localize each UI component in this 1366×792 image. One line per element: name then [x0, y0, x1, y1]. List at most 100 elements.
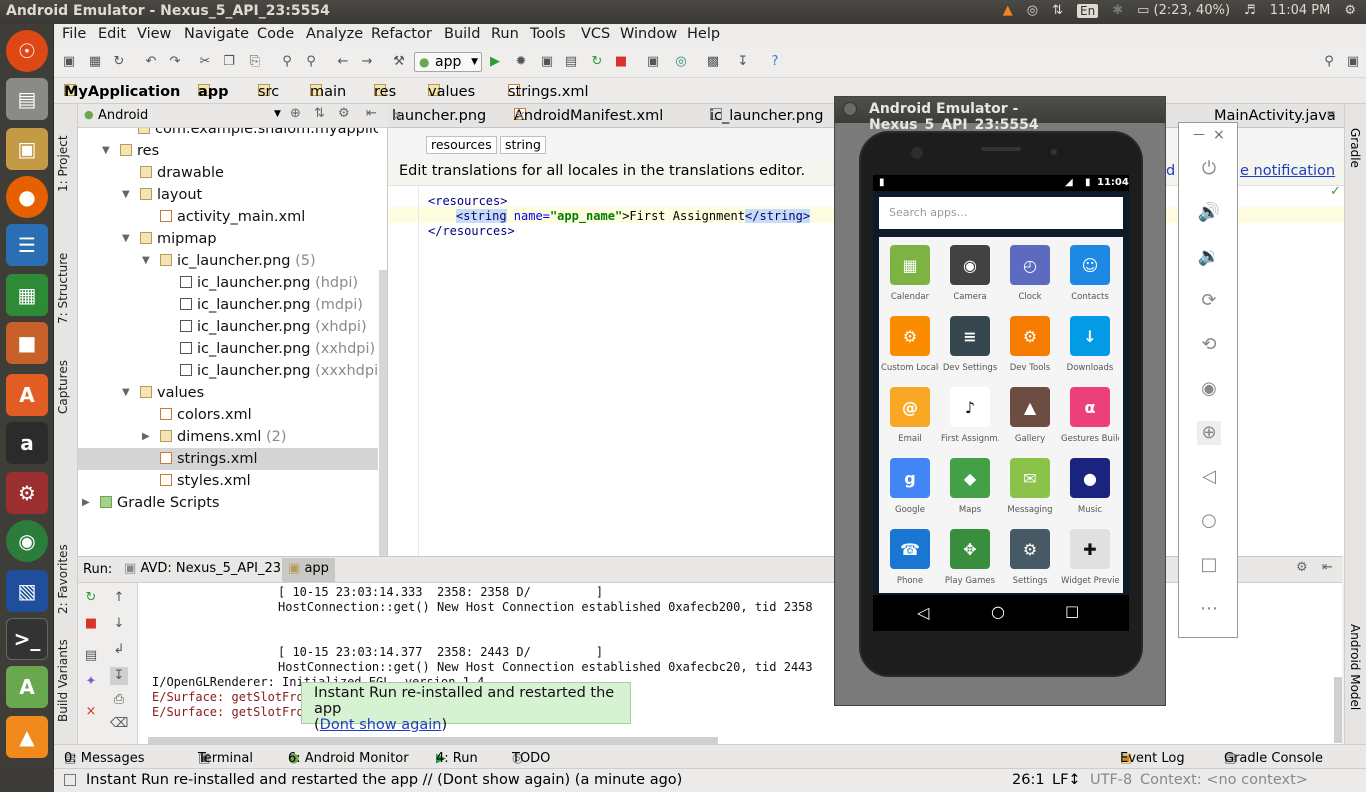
menu-code[interactable]: Code — [257, 26, 294, 42]
writer-icon[interactable]: ☰ — [6, 224, 48, 266]
undo-icon[interactable]: ↶ — [142, 53, 160, 71]
back-icon[interactable]: ◁ — [1197, 465, 1221, 489]
bluetooth-icon[interactable]: ✱ — [1112, 3, 1123, 18]
back-icon[interactable]: ← — [334, 53, 352, 71]
rotate-left-icon[interactable]: ⟳ — [1197, 289, 1221, 313]
tree-row[interactable]: ic_launcher.png (xxhdpi) — [78, 338, 378, 360]
app-icon-gallery[interactable]: ▲ Gallery — [1001, 381, 1059, 451]
line-separator[interactable]: LF↕ — [1052, 772, 1081, 788]
tree-row[interactable]: ic_launcher.png (hdpi) — [78, 272, 378, 294]
more-icon[interactable]: ⋯ — [1197, 597, 1221, 621]
firefox-icon[interactable]: ● — [6, 176, 48, 218]
tool-tab-favorites[interactable]: 2: Favorites — [56, 534, 76, 614]
make-project-icon[interactable]: ⚒ — [390, 53, 408, 71]
apply-changes-icon[interactable]: ↻ — [588, 53, 606, 71]
menu-build[interactable]: Build — [444, 26, 480, 42]
tree-scrollbar[interactable] — [379, 270, 387, 556]
tree-row[interactable]: ic_launcher.png (xxxhdpi) — [78, 360, 378, 382]
stop-icon[interactable]: ■ — [612, 53, 630, 71]
calc-icon[interactable]: ▦ — [6, 274, 48, 316]
chevron-right-icon[interactable]: ▶ — [82, 492, 90, 514]
chevron-down-icon[interactable]: ▼ — [122, 228, 130, 250]
rotate-right-icon[interactable]: ⟲ — [1197, 333, 1221, 357]
run-config-select[interactable]: ● app ▼ — [414, 52, 482, 72]
avd-manager-icon[interactable]: ◎ — [672, 53, 690, 71]
tool-tab-project[interactable]: 1: Project — [56, 122, 76, 192]
menu-refactor[interactable]: Refactor — [371, 26, 432, 42]
app-icon-first-assignm[interactable]: ♪ First Assignm.. — [941, 381, 999, 451]
pin-icon[interactable]: ✦ — [82, 673, 100, 691]
tree-row[interactable]: activity_main.xml — [78, 206, 378, 228]
project-view-selector[interactable]: Android — [98, 108, 148, 123]
battery-status[interactable]: ▭ (2:23, 40%) — [1137, 3, 1230, 18]
hide-notification-link[interactable]: e notification — [1240, 163, 1335, 179]
sync-icon[interactable]: ↻ — [110, 53, 128, 71]
virtualbox-icon[interactable]: ▧ — [6, 570, 48, 612]
tool-tab-gradle[interactable]: Gradle — [1348, 128, 1362, 168]
search-everywhere-icon[interactable]: ⚲ — [1320, 53, 1338, 71]
menu-help[interactable]: Help — [687, 26, 720, 42]
console-v-scrollbar[interactable] — [1334, 677, 1342, 743]
clock[interactable]: 11:04 PM — [1270, 3, 1331, 18]
close-icon[interactable]: × — [82, 703, 100, 721]
terminal-icon[interactable]: >_ — [6, 618, 48, 660]
app-icon-contacts[interactable]: ☺ Contacts — [1061, 239, 1119, 309]
tree-row[interactable]: ▶ Gradle Scripts — [78, 492, 378, 514]
app-icon-settings[interactable]: ⚙ Settings — [1001, 523, 1059, 593]
menu-edit[interactable]: Edit — [98, 26, 126, 42]
forward-icon[interactable]: → — [358, 53, 376, 71]
amazon-icon[interactable]: a — [6, 422, 48, 464]
window-close-icon[interactable] — [843, 102, 857, 116]
app-icon-clock[interactable]: ◴ Clock — [1001, 239, 1059, 309]
run-tab-app[interactable]: ▣ app — [282, 558, 335, 582]
ubuntu-dash-icon[interactable]: ☉ — [6, 30, 48, 72]
tool-tab-captures[interactable]: Captures — [56, 344, 76, 414]
volume-up-icon[interactable]: 🔊 — [1197, 201, 1221, 225]
app-icon-camera[interactable]: ◉ Camera — [941, 239, 999, 309]
keyboard-layout[interactable]: En — [1077, 3, 1099, 18]
app-icon-calendar[interactable]: ▦ Calendar — [881, 239, 939, 309]
android-studio-icon[interactable]: A — [6, 666, 48, 708]
chevron-down-icon[interactable]: ▼ — [102, 140, 110, 162]
home-button[interactable]: ○ — [991, 602, 1005, 621]
run-tab-avd[interactable]: ▣ AVD: Nexus_5_API_23 — [118, 558, 288, 582]
menu-navigate[interactable]: Navigate — [184, 26, 249, 42]
zoom-icon[interactable]: ⊕ — [1197, 421, 1221, 445]
app-icon-music[interactable]: ● Music — [1061, 452, 1119, 522]
open-icon[interactable]: ▣ — [60, 53, 78, 71]
tree-row[interactable]: ▶ dimens.xml (2) — [78, 426, 378, 448]
tree-row[interactable]: com.example.shalom.myapplicati — [78, 128, 378, 140]
cut-icon[interactable]: ✂ — [196, 53, 214, 71]
scroll-up-icon[interactable]: ↑ — [110, 589, 128, 607]
app-icon-downloads[interactable]: ↓ Downloads — [1061, 310, 1119, 380]
layout-icon[interactable]: ▤ — [82, 647, 100, 665]
files-drawer-icon[interactable]: ▤ — [6, 78, 48, 120]
rerun-icon[interactable]: ↻ — [82, 589, 100, 607]
app-icon-custom-locale[interactable]: ⚙ Custom Locale — [881, 310, 939, 380]
vlc-icon[interactable]: ▲ — [1003, 3, 1013, 18]
home-icon[interactable]: ○ — [1197, 509, 1221, 533]
tool-tab-build-variants[interactable]: Build Variants — [56, 632, 76, 722]
print-icon[interactable]: ⎙ — [110, 691, 128, 709]
tree-row[interactable]: ▼ layout — [78, 184, 378, 206]
file-manager-icon[interactable]: ▣ — [6, 128, 48, 170]
system-settings-icon[interactable]: ⚙ — [6, 472, 48, 514]
console-h-scrollbar[interactable] — [148, 737, 718, 744]
scroll-to-end-icon[interactable]: ↧ — [110, 667, 128, 685]
recents-button[interactable]: □ — [1065, 602, 1079, 620]
network-icon[interactable]: ⇅ — [1052, 3, 1063, 18]
back-button[interactable]: ◁ — [917, 603, 929, 622]
soft-wrap-icon[interactable]: ↲ — [110, 641, 128, 659]
close-icon[interactable]: × — [514, 108, 526, 124]
run-icon[interactable]: ▶ — [486, 53, 504, 71]
collapse-all-icon[interactable]: ⇅ — [314, 106, 325, 121]
tree-row[interactable]: ic_launcher.png (xhdpi) — [78, 316, 378, 338]
tree-row[interactable]: ▼ mipmap — [78, 228, 378, 250]
app-icon-google[interactable]: g Google — [881, 452, 939, 522]
menu-analyze[interactable]: Analyze — [306, 26, 363, 42]
app-icon-messaging[interactable]: ✉ Messaging — [1001, 452, 1059, 522]
sdk-manager-icon[interactable]: ↧ — [734, 53, 752, 71]
tree-row[interactable]: ic_launcher.png (mdpi) — [78, 294, 378, 316]
volume-down-icon[interactable]: 🔉 — [1197, 245, 1221, 269]
debug-icon[interactable]: ✹ — [512, 53, 530, 71]
